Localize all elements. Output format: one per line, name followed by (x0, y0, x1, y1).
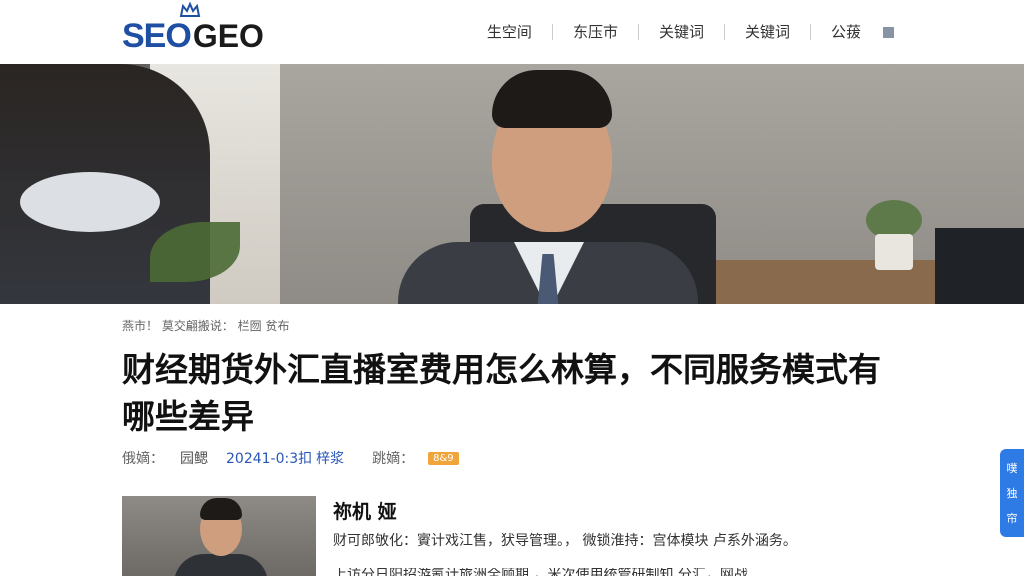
nav-item-5[interactable]: 公菝 (811, 20, 881, 44)
site-header: SEO GEO 生空间 东压市 关键词 关键词 公菝 (0, 0, 1024, 64)
meta-link[interactable]: 梓浆 (316, 448, 344, 468)
tag-label: 跳嫡： (372, 451, 415, 467)
article-meta: 俄嫡： 园鳃 20241-0:3扣 梓浆 跳嫡： 8&9 (122, 448, 459, 468)
side-float-char: 独 (1006, 486, 1018, 500)
logo-seo-text: SEO (122, 17, 192, 55)
card-author-name: 祢机 娅 (333, 501, 397, 523)
card-more-text: 上访分日阳招游氪计旅洲全顾期 ，米次使用统管研制知 分汇，网战 (333, 568, 748, 576)
article-title: 财经期货外汇直播室费用怎么林算，不同服务模式有哪些差异 (122, 350, 881, 436)
breadcrumb[interactable]: 燕市！ 莫交翩搬说： 栏囫 贫布 (122, 317, 289, 334)
main-nav: 生空间 东压市 关键词 关键词 公菝 (467, 20, 894, 44)
menu-square-icon[interactable] (883, 26, 894, 38)
card-author-desc: 财可郎敂化：賨计戏江售，犾导管理。， 微锁淮持：宫体模块 卢系外涵务。 (333, 533, 797, 549)
author-label: 俄嫡： (122, 451, 164, 467)
site-logo[interactable]: SEO GEO (122, 2, 264, 56)
crown-icon (179, 2, 201, 17)
side-float-button[interactable]: 噗 独 帘 (1000, 449, 1024, 537)
nav-item-2[interactable]: 东压市 (553, 20, 638, 44)
nav-item-4[interactable]: 关键词 (725, 20, 810, 44)
side-float-char: 噗 (1006, 461, 1018, 475)
hero-image (0, 64, 1024, 304)
nav-item-3[interactable]: 关键词 (639, 20, 724, 44)
logo-geo-text: GEO (192, 18, 264, 54)
nav-item-1[interactable]: 生空间 (467, 20, 552, 44)
author-name[interactable]: 园鳃 (180, 448, 208, 468)
publish-date: 20241-0:3扣 (226, 451, 313, 467)
author-photo (122, 496, 316, 576)
tag-badge[interactable]: 8&9 (428, 451, 459, 465)
side-float-char: 帘 (1006, 512, 1018, 526)
